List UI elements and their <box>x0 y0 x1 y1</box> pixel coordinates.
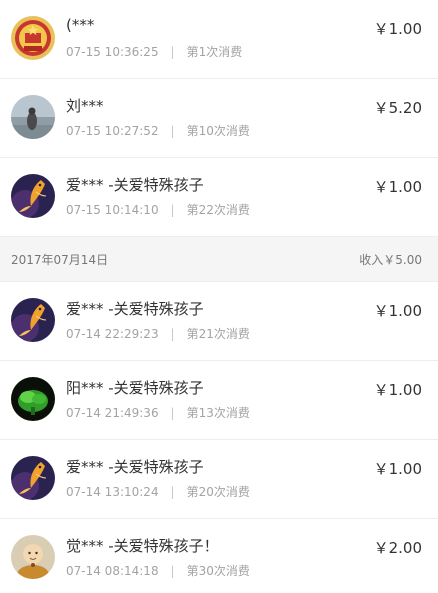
transaction-amount: ￥1.00 <box>373 460 422 478</box>
transaction-meta: 07-15 10:27:52 | 第10次消费 <box>66 122 250 139</box>
koi-fish-avatar <box>11 174 55 218</box>
transaction-time: 07-14 08:14:18 <box>66 564 159 578</box>
transaction-time: 07-15 10:14:10 <box>66 203 159 217</box>
transaction-meta: 07-14 08:14:18 | 第30次消费 <box>66 562 250 579</box>
transaction-meta: 07-15 10:14:10 | 第22次消费 <box>66 201 250 218</box>
transaction-row[interactable]: 爱*** -关爱特殊孩子 07-15 10:14:10 | 第22次消费 ￥1.00 <box>0 158 438 237</box>
payer-name: 阳*** -关爱特殊孩子 <box>66 379 204 397</box>
transaction-time: 07-14 21:49:36 <box>66 406 159 420</box>
transaction-list: (*** 07-15 10:36:25 | 第1次消费 ￥1.00 刘*** 07-… <box>0 0 438 593</box>
meta-separator: | <box>170 564 175 578</box>
payer-name: 觉*** -关爱特殊孩子！ <box>66 537 219 555</box>
meta-separator: | <box>170 45 175 59</box>
transaction-meta: 07-14 13:10:24 | 第20次消费 <box>66 483 250 500</box>
transaction-row[interactable]: 觉*** -关爱特殊孩子！ 07-14 08:14:18 | 第30次消费 ￥2.0… <box>0 519 438 593</box>
purchase-count: 第13次消费 <box>186 406 250 420</box>
payer-name: 刘*** <box>66 97 104 115</box>
meta-separator: | <box>170 485 175 499</box>
payer-name: 爱*** -关爱特殊孩子 <box>66 458 204 476</box>
transaction-amount: ￥1.00 <box>373 302 422 320</box>
emblem-avatar <box>11 16 55 60</box>
group-date: 2017年07月14日 <box>11 253 109 267</box>
purchase-count: 第21次消费 <box>186 327 250 341</box>
transaction-time: 07-15 10:27:52 <box>66 124 159 138</box>
koi-fish-avatar <box>11 298 55 342</box>
payer-name: 爱*** -关爱特殊孩子 <box>66 300 204 318</box>
green-plant-avatar <box>11 377 55 421</box>
purchase-count: 第1次消费 <box>186 45 243 59</box>
purchase-count: 第30次消费 <box>186 564 250 578</box>
purchase-count: 第22次消费 <box>186 203 250 217</box>
transaction-meta: 07-15 10:36:25 | 第1次消费 <box>66 43 242 60</box>
meta-separator: | <box>170 124 175 138</box>
transaction-row[interactable]: (*** 07-15 10:36:25 | 第1次消费 ￥1.00 <box>0 0 438 79</box>
transaction-row[interactable]: 爱*** -关爱特殊孩子 07-14 13:10:24 | 第20次消费 ￥1.00 <box>0 440 438 519</box>
meta-separator: | <box>170 203 175 217</box>
purchase-count: 第20次消费 <box>186 485 250 499</box>
transaction-row[interactable]: 阳*** -关爱特殊孩子 07-14 21:49:36 | 第13次消费 ￥1.00 <box>0 361 438 440</box>
group-income: 收入￥5.00 <box>359 253 422 267</box>
meta-separator: | <box>170 327 175 341</box>
transaction-time: 07-14 13:10:24 <box>66 485 159 499</box>
transaction-row[interactable]: 刘*** 07-15 10:27:52 | 第10次消费 ￥5.20 <box>0 79 438 158</box>
transaction-amount: ￥1.00 <box>373 20 422 38</box>
transaction-amount: ￥1.00 <box>373 178 422 196</box>
transaction-amount: ￥1.00 <box>373 381 422 399</box>
transaction-time: 07-15 10:36:25 <box>66 45 159 59</box>
transaction-row[interactable]: 爱*** -关爱特殊孩子 07-14 22:29:23 | 第21次消费 ￥1.00 <box>0 282 438 361</box>
koi-fish-avatar <box>11 456 55 500</box>
transaction-meta: 07-14 22:29:23 | 第21次消费 <box>66 325 250 342</box>
purchase-count: 第10次消费 <box>186 124 250 138</box>
transaction-amount: ￥2.00 <box>373 539 422 557</box>
seaside-photo-avatar <box>11 95 55 139</box>
transaction-meta: 07-14 21:49:36 | 第13次消费 <box>66 404 250 421</box>
payer-name: 爱*** -关爱特殊孩子 <box>66 176 204 194</box>
transaction-amount: ￥5.20 <box>373 99 422 117</box>
payer-name: (*** <box>66 16 95 34</box>
monk-figure-avatar <box>11 535 55 579</box>
transaction-time: 07-14 22:29:23 <box>66 327 159 341</box>
date-group-header: 2017年07月14日 收入￥5.00 <box>0 237 438 282</box>
meta-separator: | <box>170 406 175 420</box>
